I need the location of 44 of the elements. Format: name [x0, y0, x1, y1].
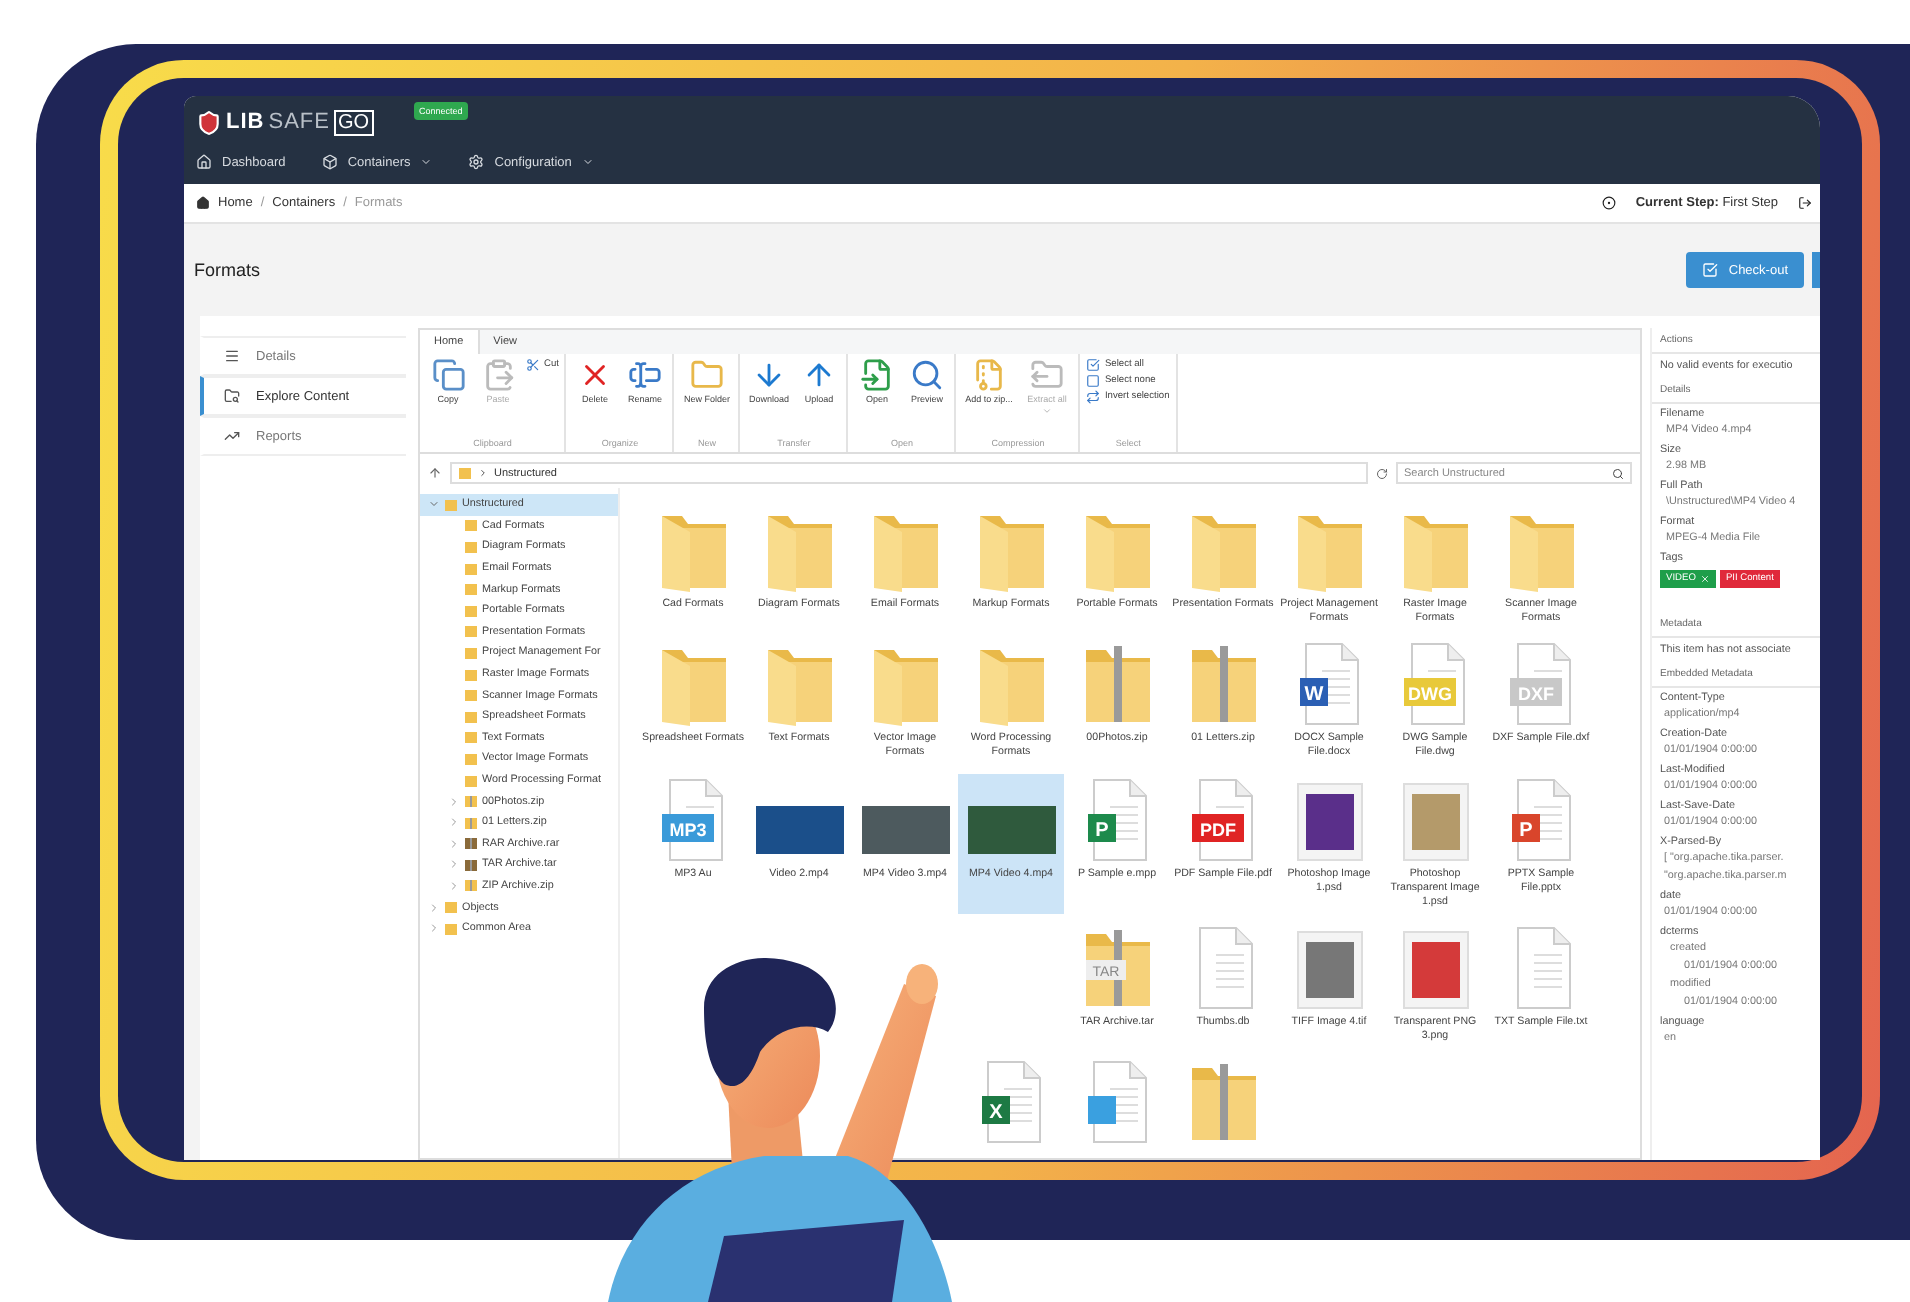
archive-icon — [464, 836, 478, 851]
folder-icon — [458, 466, 472, 480]
chart-icon — [224, 428, 240, 444]
caret-icon — [1041, 406, 1052, 417]
folder-icon — [689, 358, 724, 392]
copy-icon — [431, 358, 465, 392]
search-icon — [909, 358, 944, 392]
archive-icon — [464, 794, 478, 809]
clipboard-icon — [481, 358, 515, 392]
step-icon — [1601, 196, 1616, 210]
refresh-icon[interactable] — [1376, 467, 1388, 479]
zip-folder-icon — [1187, 642, 1259, 727]
shield-icon — [196, 109, 222, 135]
checkbox-icon — [1086, 358, 1101, 372]
folder-search-icon — [224, 388, 240, 404]
toolbar-button[interactable] — [1812, 252, 1820, 288]
archive-icon — [464, 878, 478, 893]
file-item[interactable]: X — [958, 1056, 1064, 1160]
home-icon — [196, 154, 212, 170]
archive-icon — [464, 815, 478, 830]
zip-folder-icon — [1081, 642, 1153, 727]
square-icon — [1086, 374, 1101, 388]
extract-icon — [1029, 358, 1064, 392]
archive-icon — [464, 857, 478, 872]
invert-icon — [1086, 390, 1101, 404]
box-icon — [321, 154, 338, 170]
expand-icon[interactable] — [428, 498, 440, 511]
caret-icon — [581, 156, 594, 168]
home-icon — [196, 196, 210, 210]
checkbox-icon — [1702, 262, 1719, 278]
page-title: Formats — [194, 260, 261, 280]
up-arrow-icon[interactable] — [428, 466, 442, 480]
archive-icon — [971, 358, 1006, 392]
zip-folder-icon — [1187, 1060, 1259, 1145]
app-logo: LIB SAFE GO — [196, 106, 374, 138]
search-icon — [1612, 467, 1624, 479]
rename-icon — [627, 358, 662, 392]
chevron-icon — [478, 468, 488, 478]
settings-icon — [468, 154, 485, 170]
scissors-icon — [526, 358, 540, 372]
logout-icon[interactable] — [1798, 196, 1812, 210]
open-file-icon — [859, 358, 894, 392]
caret-icon — [420, 156, 433, 168]
menu-icon — [224, 348, 240, 364]
